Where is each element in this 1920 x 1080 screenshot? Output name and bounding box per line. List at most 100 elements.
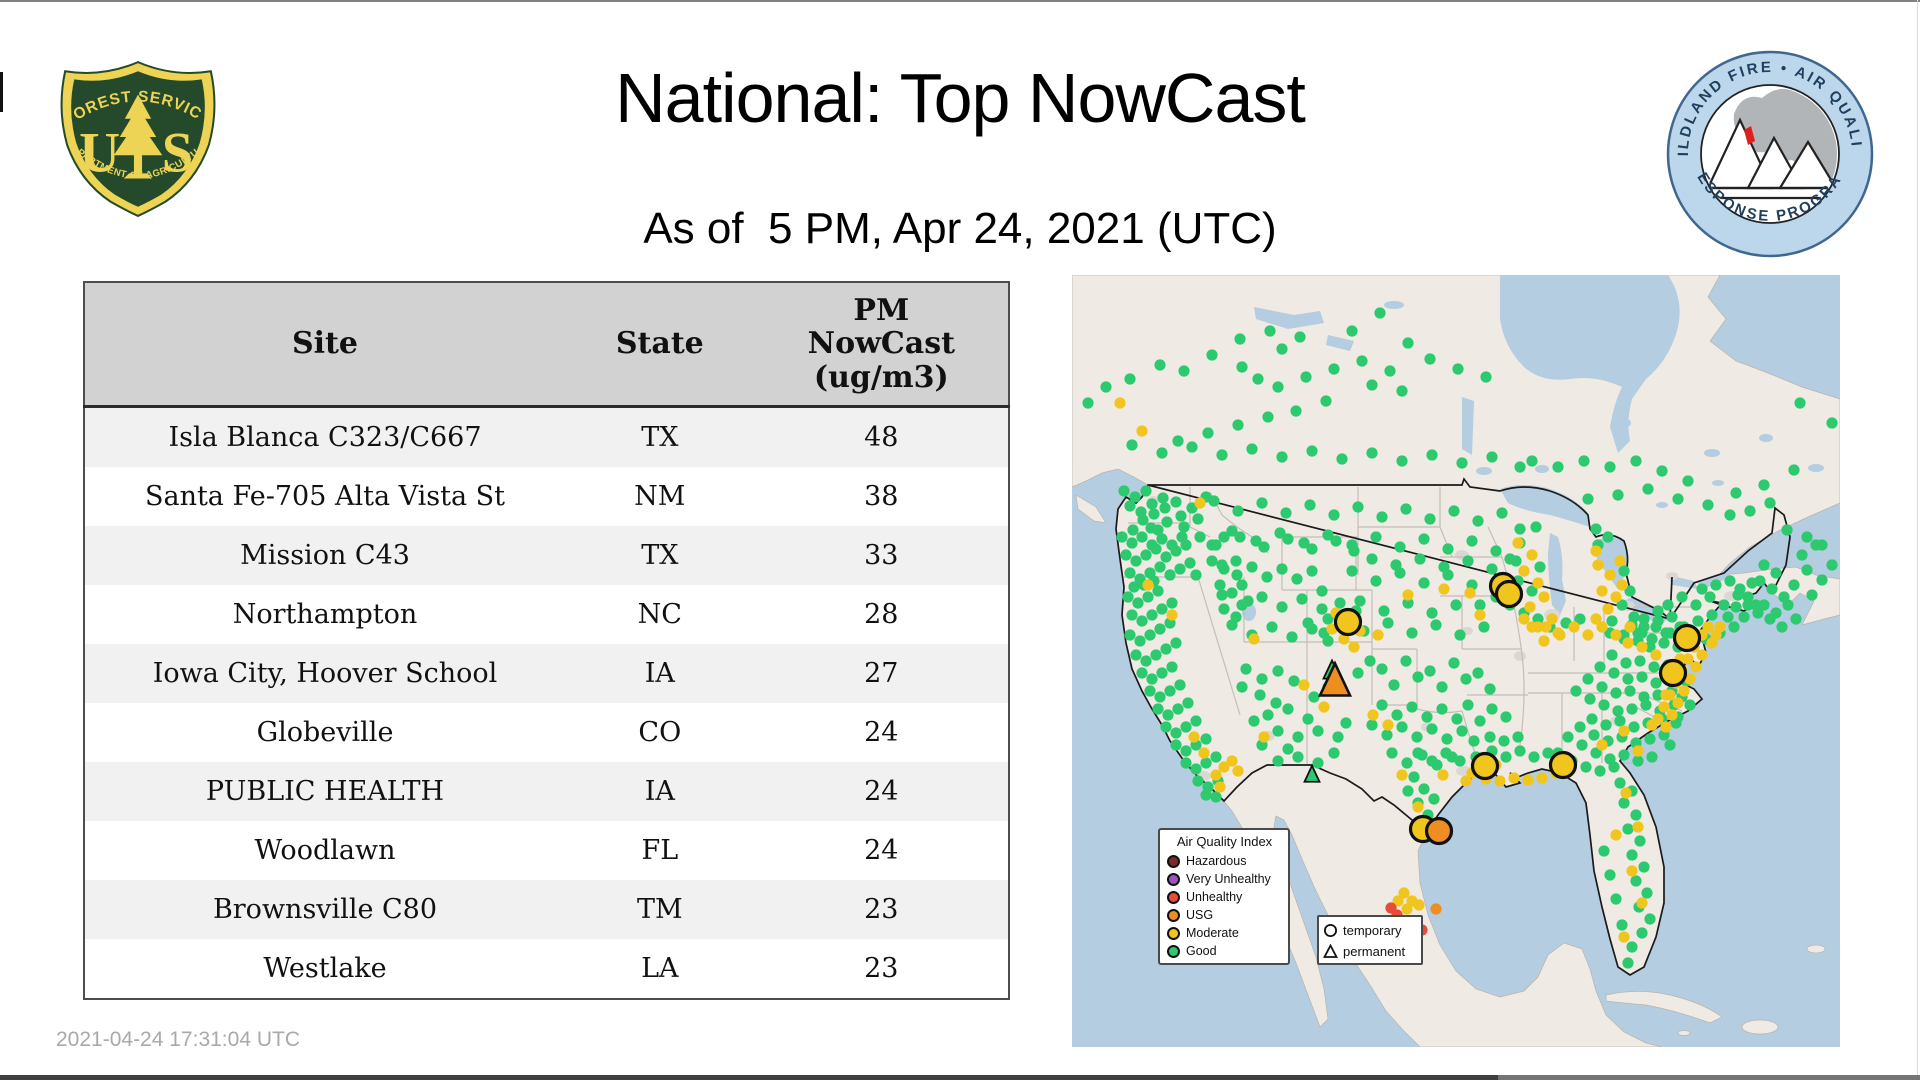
table-row: Woodlawn FL 24	[84, 821, 1009, 880]
table-row: Mission C43 TX 33	[84, 526, 1009, 585]
monitor-dot-good	[1160, 643, 1172, 655]
monitor-dot-moderate	[1258, 731, 1270, 743]
monitor-dot-good	[1636, 927, 1648, 939]
aqi-legend-label: Good	[1186, 944, 1217, 958]
monitor-dot-good	[1451, 713, 1463, 725]
monitor-dot-good	[1512, 731, 1524, 743]
monitor-dot-moderate	[1660, 689, 1672, 701]
monitor-dot-good	[1192, 775, 1204, 787]
monitor-dot-good	[1656, 465, 1668, 477]
monitor-dot-good	[1374, 307, 1386, 319]
state-cell: TM	[636, 894, 683, 925]
monitor-dot-good	[1175, 510, 1187, 522]
table-row: Globeville CO 24	[84, 703, 1009, 762]
monitor-dot-good	[1100, 381, 1112, 393]
monitor-dot-good	[1584, 693, 1596, 705]
monitor-dot-good	[1202, 427, 1214, 439]
monitor-dot-good	[1232, 505, 1244, 517]
monitor-dot-moderate	[1226, 755, 1238, 767]
monitor-dot-moderate	[1474, 609, 1486, 621]
monitor-dot-good	[1292, 731, 1304, 743]
monitor-dot-moderate	[1142, 579, 1154, 591]
monitor-dot-good	[1424, 513, 1436, 525]
monitor-dot-good	[1366, 553, 1378, 565]
monitor-dot-good	[1704, 591, 1716, 603]
monitor-dot-good	[1806, 589, 1818, 601]
monitor-dot-good	[1190, 715, 1202, 727]
monitor-dot-moderate	[1298, 679, 1310, 691]
monitor-dot-good	[1376, 663, 1388, 675]
monitor-dot-good	[1306, 565, 1318, 577]
monitor-dot-good	[1618, 797, 1630, 809]
monitor-dot-good	[1450, 599, 1462, 611]
monitor-dot-good	[1150, 543, 1162, 555]
monitor-dot-good	[1638, 613, 1650, 625]
monitor-dot-good	[1194, 531, 1206, 543]
monitor-dot-good	[1180, 745, 1192, 757]
monitor-dot-good	[1662, 599, 1674, 611]
monitor-dot-moderate	[1526, 621, 1538, 633]
aqi-hazardous-swatch	[1167, 854, 1180, 868]
monitor-dot-good	[1346, 565, 1358, 577]
state-cell: NC	[637, 599, 682, 630]
monitor-dot-good	[1226, 587, 1238, 599]
monitor-dot-good	[1630, 455, 1642, 467]
monitor-dot-good	[1416, 749, 1428, 761]
monitor-dot-good	[1206, 555, 1218, 567]
monitor-dot-good	[1730, 487, 1742, 499]
monitor-dot-good	[1634, 655, 1646, 667]
monitor-dot-good	[1810, 539, 1822, 551]
temporary-site-marker	[1672, 623, 1702, 653]
monitor-dot-good	[1248, 715, 1260, 727]
monitor-dot-good	[1312, 757, 1324, 769]
monitor-dot-moderate	[1114, 397, 1126, 409]
monitor-dot-good	[1468, 735, 1480, 747]
monitor-dot-good	[1186, 441, 1198, 453]
monitor-dot-good	[1391, 709, 1403, 721]
monitor-dot-moderate	[1538, 635, 1550, 647]
monitor-dot-good	[1616, 919, 1628, 931]
monitor-dot-good	[1276, 451, 1288, 463]
monitor-dot-good	[1336, 453, 1348, 465]
aqi-legend-item: Moderate	[1167, 924, 1282, 942]
monitor-dot-good	[1154, 623, 1166, 635]
monitor-dot-good	[1320, 395, 1332, 407]
monitor-dot-moderate	[1214, 781, 1226, 793]
monitor-dot-good	[1290, 405, 1302, 417]
monitor-dot-good	[1172, 435, 1184, 447]
monitor-dot-good	[1262, 709, 1274, 721]
table-row: PUBLIC HEALTH IA 24	[84, 762, 1009, 821]
monitor-dot-moderate	[1660, 721, 1672, 733]
monitor-dot-good	[1146, 498, 1158, 510]
monitor-dot-good	[1381, 729, 1393, 741]
monitor-dot-good	[1166, 597, 1178, 609]
monitor-dot-good	[1580, 761, 1592, 773]
permanent-legend-row: permanent	[1323, 941, 1417, 962]
aqi-legend-title: Air Quality Index	[1176, 834, 1273, 849]
monitor-dot-good	[1452, 363, 1464, 375]
monitor-dot-good	[1466, 535, 1478, 547]
monitor-dot-good	[1180, 721, 1192, 733]
monitor-dot-good	[1600, 719, 1612, 731]
monitor-dot-good	[1276, 343, 1288, 355]
monitor-dot-moderate	[1382, 719, 1394, 731]
monitor-dot-good	[1676, 591, 1688, 603]
monitor-dot-good	[1152, 703, 1164, 715]
monitor-dot-good	[1606, 649, 1618, 661]
permanent-label: permanent	[1343, 944, 1406, 959]
state-cell: TX	[641, 540, 679, 571]
monitor-dot-good	[1256, 591, 1268, 603]
monitor-dot-moderate	[1348, 641, 1360, 653]
pm-cell: 28	[864, 599, 899, 630]
monitor-dot-good	[1486, 703, 1498, 715]
monitor-dot-good	[1640, 699, 1652, 711]
table-row: Santa Fe-705 Alta Vista St NM 38	[84, 467, 1009, 526]
monitor-dot-good	[1236, 681, 1248, 693]
monitor-dot-good	[1394, 567, 1406, 579]
monitor-dot-good	[1164, 569, 1176, 581]
monitor-dot-good	[1236, 599, 1248, 611]
monitor-dot-good	[1630, 809, 1642, 821]
monitor-dot-good	[1282, 533, 1294, 545]
monitor-dot-good	[1148, 508, 1160, 520]
column-header-site: Site	[84, 282, 565, 408]
